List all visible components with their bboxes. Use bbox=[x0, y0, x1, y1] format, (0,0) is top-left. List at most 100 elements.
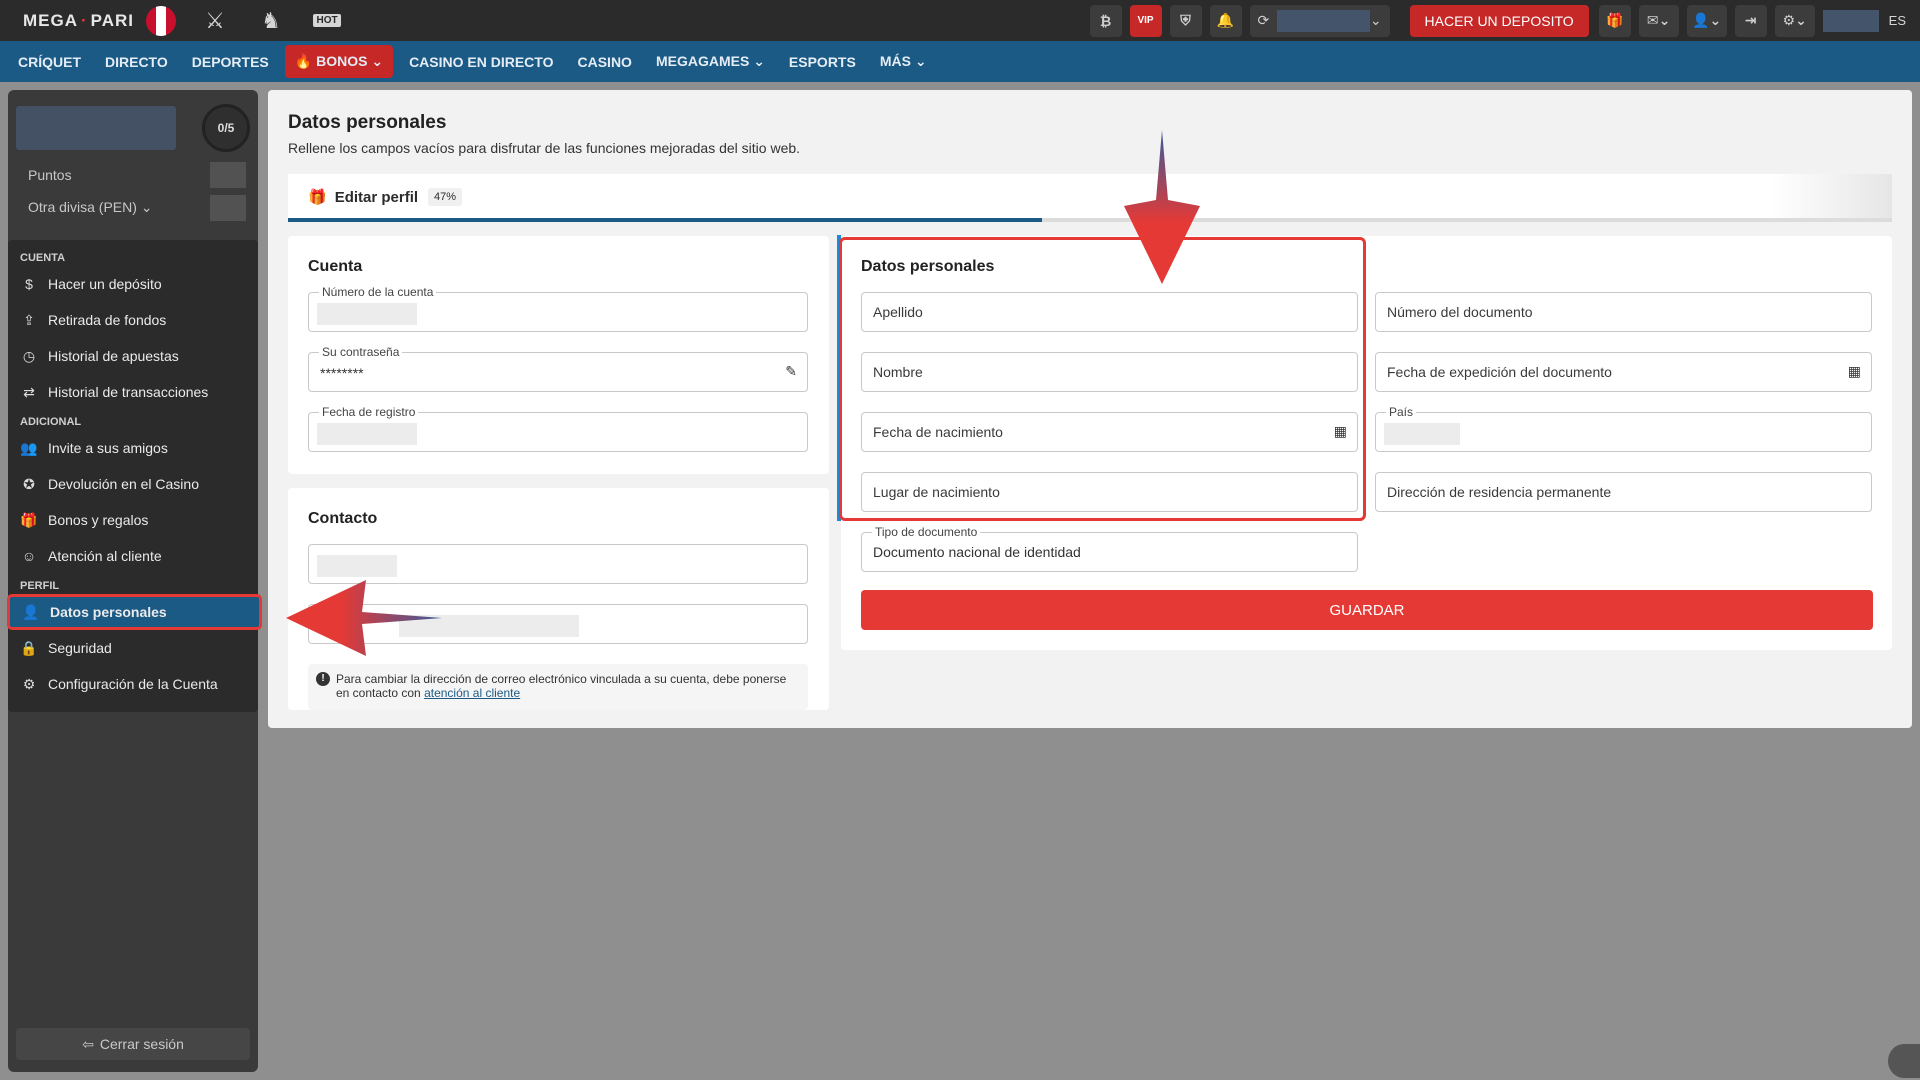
logout-button[interactable]: ⇦ Cerrar sesión bbox=[16, 1028, 250, 1060]
document-issue-date-placeholder: Fecha de expedición del documento bbox=[1387, 364, 1612, 380]
sidebar-item-label: Devolución en el Casino bbox=[48, 476, 199, 492]
gear-icon[interactable]: ⚙⌄ bbox=[1774, 4, 1815, 37]
edit-profile-label: 🎁 Editar perfil 47% bbox=[308, 188, 463, 206]
sidebar-item-bonuses[interactable]: 🎁 Bonos y regalos bbox=[8, 502, 258, 538]
page-title: Datos personales bbox=[288, 112, 447, 133]
mail-icon[interactable]: ✉⌄ bbox=[1638, 4, 1679, 37]
document-type-select[interactable]: Tipo de documento Documento nacional de … bbox=[861, 525, 1358, 572]
clock-icon: ◷ bbox=[22, 347, 36, 364]
section-perfil: PERFIL bbox=[20, 580, 60, 592]
hot-games-icon[interactable]: HOT bbox=[310, 6, 344, 36]
password-field[interactable]: Su contraseña ******** ✎ bbox=[308, 345, 808, 392]
nav-directo[interactable]: DIRECTO bbox=[105, 54, 168, 70]
language-selector[interactable]: ES bbox=[1889, 13, 1906, 28]
bitcoin-icon[interactable]: ₿ bbox=[1089, 4, 1122, 37]
sidebar-item-support[interactable]: ☺ Atención al cliente bbox=[8, 538, 258, 574]
user-name-box bbox=[16, 106, 176, 150]
sidebar-item-label: Seguridad bbox=[48, 640, 112, 656]
nav-megagames[interactable]: MEGAGAMES ⌄ bbox=[656, 53, 765, 70]
currency-label: Otra divisa (PEN) bbox=[28, 199, 137, 215]
email-change-note: ! Para cambiar la dirección de correo el… bbox=[308, 664, 808, 710]
gift-icon[interactable]: 🎁 bbox=[1598, 4, 1631, 37]
address-field[interactable]: Dirección de residencia permanente bbox=[1375, 472, 1872, 512]
vip-button[interactable]: VIP bbox=[1129, 4, 1162, 37]
nav-casino-directo[interactable]: CASINO EN DIRECTO bbox=[409, 54, 553, 70]
pencil-icon[interactable]: ✎ bbox=[785, 363, 797, 380]
casino-chip-icon: ✪ bbox=[23, 475, 35, 492]
section-cuenta: CUENTA bbox=[20, 252, 66, 264]
logo-text-left: MEGA bbox=[23, 10, 78, 30]
country-field[interactable]: País bbox=[1375, 405, 1872, 452]
sidebar: 0/5 Puntos Otra divisa (PEN) ⌄ CUENTA $ H… bbox=[7, 90, 262, 1072]
sidebar-item-security[interactable]: 🔒 Seguridad bbox=[8, 630, 258, 666]
currency-dropdown[interactable]: Otra divisa (PEN) ⌄ bbox=[28, 199, 153, 216]
points-label: Puntos bbox=[28, 166, 72, 183]
account-number-field[interactable]: Número de la cuenta bbox=[308, 285, 808, 332]
document-number-field[interactable]: Número del documento bbox=[1375, 292, 1872, 332]
user-menu-icon[interactable]: 👤⌄ bbox=[1686, 4, 1727, 37]
sidebar-item-personal-data[interactable]: 👤 Datos personales bbox=[7, 594, 262, 630]
info-icon: ! bbox=[316, 672, 330, 686]
edit-profile-text: Editar perfil bbox=[334, 188, 419, 206]
brand-logo[interactable]: MEGA · PARI bbox=[23, 11, 134, 31]
password-label: Su contraseña bbox=[319, 345, 403, 359]
nav-criquet[interactable]: CRÍQUET bbox=[18, 54, 81, 70]
sidebar-item-label: Configuración de la Cuenta bbox=[48, 676, 218, 692]
chevron-down-icon: ⌄ bbox=[1369, 12, 1382, 28]
contact-title: Contacto bbox=[308, 510, 378, 527]
calendar-icon[interactable]: ▦ bbox=[1848, 363, 1861, 380]
registration-date-value bbox=[317, 423, 417, 445]
transfer-icon: ⇄ bbox=[23, 383, 35, 400]
phone-field[interactable] bbox=[308, 544, 808, 584]
bell-icon[interactable]: 🔔 bbox=[1209, 4, 1242, 37]
dollar-icon: $ bbox=[25, 276, 33, 292]
chat-widget-icon[interactable] bbox=[1888, 1044, 1920, 1078]
gear-icon: ⚙ bbox=[22, 675, 36, 692]
profile-progress-ring[interactable]: 0/5 bbox=[202, 104, 250, 152]
nav-mas[interactable]: MÁS ⌄ bbox=[880, 53, 927, 70]
document-issue-date-field[interactable]: Fecha de expedición del documento ▦ bbox=[1375, 352, 1872, 392]
shield-icon[interactable]: ⛨ bbox=[1169, 4, 1202, 37]
logout-icon[interactable]: ⇥ bbox=[1734, 4, 1767, 37]
sidebar-item-label: Retirada de fondos bbox=[48, 312, 167, 328]
sidebar-item-cashback[interactable]: ✪ Devolución en el Casino bbox=[8, 466, 258, 502]
nav-megagames-label: MEGAGAMES bbox=[655, 53, 750, 69]
esports-figure-icon[interactable]: ♞ bbox=[254, 6, 288, 36]
country-flag-icon[interactable] bbox=[146, 5, 177, 36]
refresh-icon[interactable]: ⟳ bbox=[1258, 12, 1270, 29]
support-link[interactable]: atención al cliente bbox=[424, 686, 520, 700]
account-number-value bbox=[317, 303, 417, 325]
sidebar-item-label: Historial de transacciones bbox=[48, 384, 209, 400]
phone-value bbox=[317, 555, 397, 577]
sidebar-profile-panel: 0/5 Puntos Otra divisa (PEN) ⌄ bbox=[8, 90, 258, 232]
sidebar-item-invite[interactable]: 👥 Invite a sus amigos bbox=[8, 430, 258, 466]
sidebar-item-label: Atención al cliente bbox=[48, 548, 162, 564]
dota-icon[interactable]: ⚔ bbox=[198, 6, 232, 36]
sidebar-item-account-settings[interactable]: ⚙ Configuración de la Cuenta bbox=[8, 666, 258, 702]
country-label: País bbox=[1386, 405, 1417, 419]
nav-casino[interactable]: CASINO bbox=[578, 54, 632, 70]
account-number-label: Número de la cuenta bbox=[319, 285, 437, 299]
save-button[interactable]: GUARDAR bbox=[861, 590, 1873, 630]
sidebar-item-deposit[interactable]: $ Hacer un depósito bbox=[8, 266, 258, 302]
password-value: ******** bbox=[320, 365, 364, 381]
chevron-down-icon: ⌄ bbox=[371, 53, 384, 69]
gift-decoration bbox=[1772, 174, 1892, 222]
nav-bonos[interactable]: 🔥 BONOS ⌄ bbox=[284, 45, 394, 78]
balance-value bbox=[1277, 9, 1370, 32]
nav-deportes[interactable]: DEPORTES bbox=[192, 54, 269, 70]
logout-icon: ⇦ bbox=[82, 1035, 94, 1052]
sidebar-item-transactions[interactable]: ⇄ Historial de transacciones bbox=[8, 374, 258, 410]
currency-row[interactable]: Otra divisa (PEN) ⌄ bbox=[16, 191, 250, 224]
balance-selector[interactable]: ⟳ ⌄ bbox=[1249, 4, 1390, 37]
support-agent-icon: ☺ bbox=[21, 548, 37, 564]
users-icon: 👥 bbox=[20, 439, 38, 456]
section-adicional: ADICIONAL bbox=[20, 416, 82, 428]
sidebar-item-withdrawal[interactable]: ⇪ Retirada de fondos bbox=[8, 302, 258, 338]
deposit-button[interactable]: HACER UN DEPOSITO bbox=[1409, 4, 1589, 37]
profile-percent-badge: 47% bbox=[428, 188, 463, 206]
sidebar-item-bet-history[interactable]: ◷ Historial de apuestas bbox=[8, 338, 258, 374]
main-nav: CRÍQUET DIRECTO DEPORTES 🔥 BONOS ⌄ CASIN… bbox=[0, 41, 1920, 82]
user-id-box[interactable] bbox=[1822, 9, 1879, 32]
nav-esports[interactable]: ESPORTS bbox=[789, 54, 856, 70]
